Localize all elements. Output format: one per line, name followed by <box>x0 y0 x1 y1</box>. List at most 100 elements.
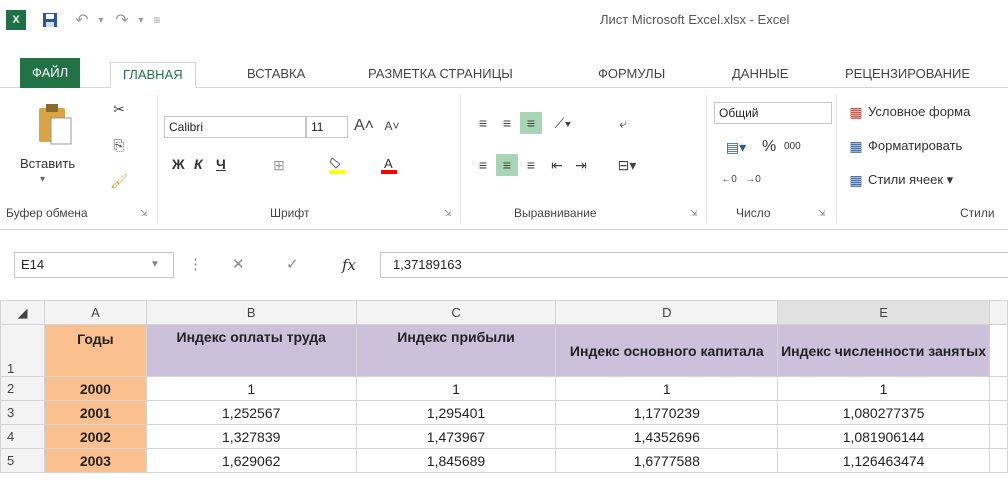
redo-dropdown-icon[interactable]: ▾ <box>136 10 146 30</box>
cell[interactable]: 1 <box>355 376 557 401</box>
cell[interactable]: 1,126463474 <box>777 448 990 473</box>
undo-icon[interactable]: ↶ <box>70 10 94 30</box>
borders-icon[interactable]: ⊞ <box>268 154 290 176</box>
bold-button[interactable]: Ж <box>172 156 185 172</box>
paste-button[interactable]: Вставить <box>20 156 75 171</box>
tab-review[interactable]: РЕЦЕНЗИРОВАНИЕ <box>833 62 982 88</box>
cell[interactable]: 1,473967 <box>355 424 557 449</box>
align-bottom-icon[interactable]: ≡ <box>520 112 542 134</box>
clipboard-launcher-icon[interactable]: ⇲ <box>140 208 148 219</box>
row-header[interactable]: 3 <box>0 400 45 425</box>
tab-home[interactable]: ГЛАВНАЯ <box>110 62 196 88</box>
cell[interactable] <box>988 376 1008 401</box>
formula-input[interactable]: 1,37189163 <box>380 252 1008 278</box>
number-format-dropdown[interactable]: Общий <box>714 102 832 124</box>
align-middle-icon[interactable]: ≡ <box>496 112 518 134</box>
save-icon[interactable] <box>40 10 60 30</box>
wrap-text-icon[interactable]: ⤶ <box>612 112 634 134</box>
increase-decimal-icon[interactable]: ←0 <box>718 168 740 190</box>
row-header[interactable]: 2 <box>0 376 45 401</box>
fill-color-icon[interactable] <box>326 154 348 176</box>
tab-insert[interactable]: ВСТАВКА <box>235 62 317 88</box>
cell[interactable]: 2003 <box>43 448 147 473</box>
number-launcher-icon[interactable]: ⇲ <box>818 208 826 219</box>
customize-qat-icon[interactable]: ≡ <box>150 10 164 30</box>
increase-indent-icon[interactable]: ⇥ <box>570 154 592 176</box>
cell[interactable] <box>988 400 1008 425</box>
cell[interactable]: 2001 <box>43 400 147 425</box>
align-left-icon[interactable]: ≡ <box>472 154 494 176</box>
cell[interactable] <box>988 324 1008 377</box>
align-top-icon[interactable]: ≡ <box>472 112 494 134</box>
cell[interactable]: Годы <box>43 324 147 377</box>
accounting-format-icon[interactable]: ▤▾ <box>718 136 754 158</box>
format-as-table-icon[interactable]: ▦ <box>846 136 866 156</box>
select-all-corner[interactable]: ◢ <box>0 300 45 325</box>
cell[interactable]: 2002 <box>43 424 147 449</box>
alignment-launcher-icon[interactable]: ⇲ <box>690 208 698 219</box>
row-header[interactable]: 1 <box>0 324 45 377</box>
decrease-indent-icon[interactable]: ⇤ <box>546 154 568 176</box>
cut-icon[interactable]: ✂ <box>108 98 130 120</box>
tab-file[interactable]: ФАЙЛ <box>20 58 81 88</box>
percent-button[interactable]: % <box>762 138 776 156</box>
insert-function-icon[interactable]: fx <box>342 252 356 278</box>
cell[interactable]: 1,327839 <box>145 424 357 449</box>
underline-button[interactable]: Ч <box>216 156 226 172</box>
cell[interactable]: Индекс численности занятых <box>777 324 990 377</box>
cell[interactable]: 1,4352696 <box>555 424 779 449</box>
column-header[interactable]: E <box>777 300 990 325</box>
cell[interactable]: 2000 <box>43 376 147 401</box>
align-center-icon[interactable]: ≡ <box>496 154 518 176</box>
cell[interactable]: 1,629062 <box>145 448 357 473</box>
shrink-font-icon[interactable]: A˅ <box>380 114 404 138</box>
italic-button[interactable]: К <box>194 156 203 172</box>
enter-icon[interactable]: ✓ <box>286 252 299 278</box>
conditional-formatting-button[interactable]: Условное форма <box>868 104 970 119</box>
column-header[interactable]: C <box>355 300 557 325</box>
cell[interactable]: 1,252567 <box>145 400 357 425</box>
cancel-icon[interactable]: ✕ <box>232 252 245 278</box>
column-header[interactable] <box>988 300 1008 325</box>
conditional-formatting-icon[interactable]: ▦ <box>846 102 866 122</box>
cell[interactable]: 1,081906144 <box>777 424 990 449</box>
cell[interactable]: 1 <box>145 376 357 401</box>
undo-dropdown-icon[interactable]: ▾ <box>96 10 106 30</box>
thousands-button[interactable]: 000 <box>784 141 801 152</box>
cell[interactable] <box>988 448 1008 473</box>
cell[interactable]: 1 <box>555 376 779 401</box>
column-header[interactable]: A <box>43 300 147 325</box>
cell[interactable]: 1,080277375 <box>777 400 990 425</box>
format-painter-icon[interactable]: 🖌 <box>108 170 130 192</box>
tab-page-layout[interactable]: РАЗМЕТКА СТРАНИЦЫ <box>356 62 525 88</box>
cell[interactable]: 1,1770239 <box>555 400 779 425</box>
formula-bar-grip-icon[interactable]: ⋮ <box>188 252 203 278</box>
cell[interactable]: 1,6777588 <box>555 448 779 473</box>
font-launcher-icon[interactable]: ⇲ <box>444 208 452 219</box>
copy-icon[interactable]: ⎘ <box>108 134 130 156</box>
font-color-icon[interactable]: A <box>378 154 400 176</box>
paste-dropdown-icon[interactable]: ▾ <box>40 174 45 185</box>
cell[interactable]: 1 <box>777 376 990 401</box>
redo-icon[interactable]: ↷ <box>110 10 134 30</box>
font-name-dropdown[interactable]: Calibri <box>164 116 306 138</box>
merge-center-icon[interactable]: ⊟▾ <box>612 154 642 176</box>
paste-icon[interactable] <box>30 100 80 148</box>
row-header[interactable]: 5 <box>0 448 45 473</box>
row-header[interactable]: 4 <box>0 424 45 449</box>
tab-data[interactable]: ДАННЫЕ <box>720 62 800 88</box>
cell[interactable]: 1,295401 <box>355 400 557 425</box>
cell[interactable]: Индекс оплаты труда <box>145 324 357 377</box>
orientation-icon[interactable]: ⟋▾ <box>548 112 578 134</box>
cell[interactable] <box>988 424 1008 449</box>
align-right-icon[interactable]: ≡ <box>520 154 542 176</box>
tab-formulas[interactable]: ФОРМУЛЫ <box>586 62 677 88</box>
decrease-decimal-icon[interactable]: →0 <box>742 168 764 190</box>
grow-font-icon[interactable]: A˄ <box>352 114 376 138</box>
cell[interactable]: Индекс основного капитала <box>555 324 779 377</box>
column-header[interactable]: D <box>555 300 779 325</box>
cell[interactable]: 1,845689 <box>355 448 557 473</box>
cell[interactable]: Индекс прибыли <box>355 324 557 377</box>
cell-styles-icon[interactable]: ▦ <box>846 170 866 190</box>
name-box-dropdown-icon[interactable]: ▼ <box>150 252 160 278</box>
